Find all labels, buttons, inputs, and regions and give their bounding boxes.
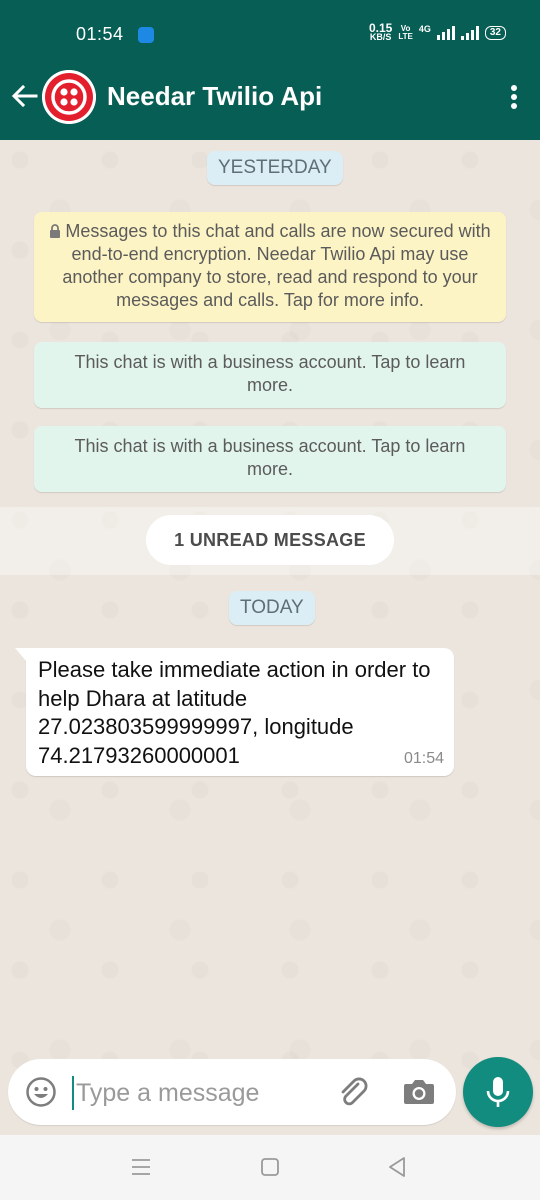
status-bar: 01:54 0.15 KB/S Vo LTE 4G 32 (0, 0, 540, 54)
nav-back-icon[interactable] (386, 1155, 408, 1179)
nav-menu-icon[interactable] (130, 1157, 152, 1177)
unread-label: 1 UNREAD MESSAGE (146, 515, 394, 565)
mic-icon (486, 1077, 510, 1107)
chat-header: Needar Twilio Api (0, 54, 540, 140)
chat-area[interactable]: YESTERDAY Messages to this chat and call… (0, 140, 540, 1135)
emoji-icon[interactable] (25, 1076, 57, 1108)
chat-title[interactable]: Needar Twilio Api (107, 81, 322, 112)
lock-icon (50, 224, 61, 238)
business-notice-text: This chat is with a business account. Ta… (74, 436, 466, 479)
mic-button[interactable] (463, 1057, 533, 1127)
nav-home-icon[interactable] (259, 1156, 281, 1178)
signal-icon-2 (460, 26, 479, 40)
back-arrow-icon[interactable] (10, 82, 38, 110)
encryption-notice[interactable]: Messages to this chat and calls are now … (34, 212, 506, 322)
volte-bottom: LTE (398, 32, 413, 41)
text-caret (72, 1076, 74, 1110)
business-notice[interactable]: This chat is with a business account. Ta… (34, 426, 506, 492)
incoming-message[interactable]: Please take immediate action in order to… (15, 648, 454, 776)
network-type: 4G (418, 24, 431, 34)
android-notification-icon (138, 27, 154, 43)
message-text: Please take immediate action in order to… (38, 657, 431, 768)
battery-icon: 32 (484, 26, 506, 40)
unread-divider: 1 UNREAD MESSAGE (0, 507, 540, 575)
attach-icon[interactable] (336, 1075, 372, 1111)
message-time: 01:54 (403, 750, 444, 767)
system-nav-bar (0, 1135, 540, 1200)
message-composer (8, 1059, 456, 1125)
status-indicators: 0.15 KB/S Vo LTE 4G 32 (369, 22, 506, 44)
network-speed: 0.15 KB/S (369, 22, 392, 42)
network-speed-unit: KB/S (369, 32, 392, 42)
business-notice[interactable]: This chat is with a business account. Ta… (34, 342, 506, 408)
twilio-logo-icon[interactable] (42, 70, 96, 124)
date-chip-today: TODAY (229, 591, 315, 625)
status-time: 01:54 (76, 24, 124, 44)
message-input[interactable] (76, 1073, 326, 1113)
volte-indicator: Vo LTE (398, 25, 413, 41)
business-notice-text: This chat is with a business account. Ta… (74, 352, 466, 395)
camera-icon[interactable] (402, 1076, 436, 1108)
date-chip-yesterday: YESTERDAY (207, 151, 343, 185)
bubble-tail (15, 648, 27, 662)
signal-icon (436, 26, 455, 40)
encryption-notice-text: Messages to this chat and calls are now … (62, 221, 491, 310)
more-vert-icon[interactable] (510, 84, 518, 110)
